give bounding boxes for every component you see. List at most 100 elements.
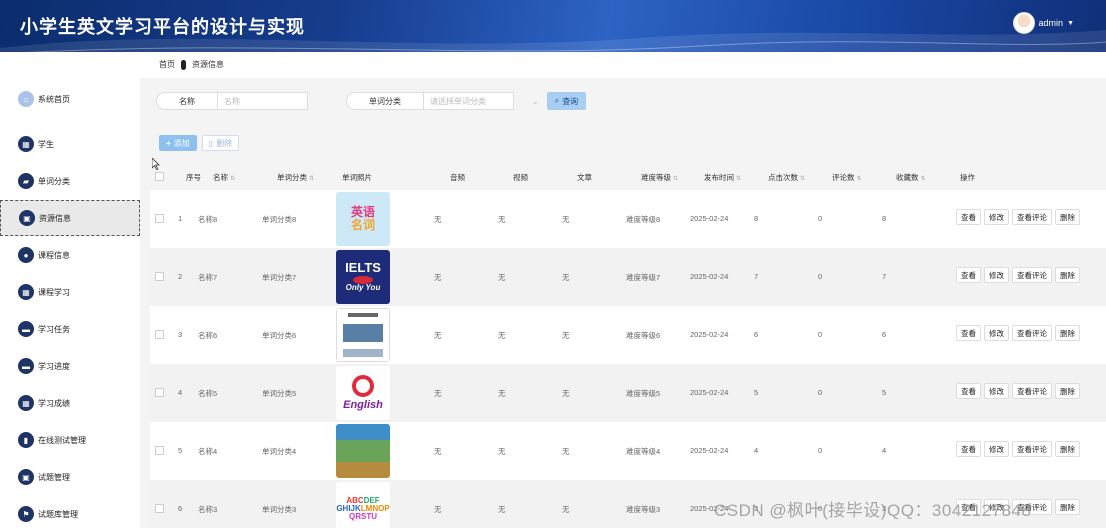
sidebar-item-course-study[interactable]: ▦ 课程学习 [0, 274, 140, 310]
resource-table: 序号 名称 ⇅ 单词分类 ⇅ 单词照片 音频 视频 文章 难度等级 ⇅ 发布时间 ⇅ 点… [150, 163, 1106, 528]
edit-button[interactable]: 修改 [984, 325, 1009, 341]
cell-article: 无 [562, 505, 570, 514]
cell-audio: 无 [434, 331, 442, 340]
chevron-down-icon[interactable]: ⌄ [532, 97, 539, 106]
edit-button[interactable]: 修改 [984, 441, 1009, 457]
app-title: 小学生英文学习平台的设计与实现 [20, 17, 305, 37]
cell-clicks: 7 [754, 272, 759, 281]
sidebar-item-label: 系统首页 [38, 94, 70, 104]
table-row: 4 名称5 单词分类5 无 无 无 难度等级5 2025-02-24 5 0 5 English 查看修… [150, 364, 1106, 422]
column-header[interactable]: 难度等级 ⇅ [641, 172, 678, 183]
row-checkbox[interactable] [155, 330, 164, 339]
word-photo-thumbnail: English [336, 366, 390, 420]
cell-clicks: 4 [754, 446, 759, 455]
sidebar-item-word-category[interactable]: ▰ 单词分类 [0, 163, 140, 199]
row-actions: 查看 修改 查看评论 删除 [956, 209, 1083, 225]
breadcrumb-home[interactable]: 首页 [159, 59, 175, 70]
cell-level: 难度等级8 [626, 215, 661, 224]
column-header[interactable]: 点击次数 ⇅ [768, 172, 805, 183]
name-input[interactable]: 名称 [218, 92, 308, 110]
sidebar-item-question-bank[interactable]: ⚑ 试题库管理 [0, 496, 140, 528]
cell-comments: 0 [818, 388, 823, 397]
row-actions: 查看 修改 查看评论 删除 [956, 441, 1083, 457]
cell-name: 名称4 [198, 447, 218, 456]
view-comments-button[interactable]: 查看评论 [1012, 441, 1052, 457]
delete-row-button[interactable]: 删除 [1055, 267, 1080, 283]
column-header[interactable]: 发布时间 ⇅ [704, 172, 741, 183]
user-menu[interactable]: admin ▼ [1012, 12, 1074, 34]
cell-clicks: 5 [754, 388, 759, 397]
view-button[interactable]: 查看 [956, 267, 981, 283]
chevron-down-icon[interactable]: ▼ [1067, 20, 1074, 27]
cell-name: 名称8 [198, 215, 218, 224]
view-comments-button[interactable]: 查看评论 [1012, 267, 1052, 283]
row-checkbox[interactable] [155, 388, 164, 397]
column-header: 音频 [450, 173, 465, 182]
top-header: 小学生英文学习平台的设计与实现 admin ▼ [0, 0, 1106, 52]
search-button[interactable]: ⌕ 查询 [546, 92, 587, 110]
view-button[interactable]: 查看 [956, 209, 981, 225]
cell-name: 名称6 [198, 331, 218, 340]
delete-row-button[interactable]: 删除 [1055, 325, 1080, 341]
sidebar-item-progress[interactable]: ▬ 学习进度 [0, 348, 140, 384]
add-button[interactable]: + 添加 [159, 135, 197, 151]
edit-button[interactable]: 修改 [984, 209, 1009, 225]
row-checkbox[interactable] [155, 214, 164, 223]
sidebar-item-tasks[interactable]: ▬ 学习任务 [0, 311, 140, 347]
sidebar-item-online-test[interactable]: ▮ 在线测试管理 [0, 422, 140, 458]
sidebar-item-label: 资源信息 [39, 213, 71, 223]
cell-category: 单词分类7 [262, 273, 297, 282]
cell-audio: 无 [434, 273, 442, 282]
chat-icon: ▬ [18, 321, 34, 337]
cell-date: 2025-02-24 [690, 330, 729, 339]
view-comments-button[interactable]: 查看评论 [1012, 209, 1052, 225]
avatar[interactable] [1012, 12, 1035, 34]
cell-date: 2025-02-24 [690, 272, 729, 281]
flag-icon: ⚑ [18, 506, 34, 522]
select-all-checkbox[interactable] [155, 172, 164, 181]
category-select[interactable]: 请选择单词分类 [424, 92, 514, 110]
sidebar-item-label: 课程学习 [38, 287, 70, 297]
delete-row-button[interactable]: 删除 [1055, 209, 1080, 225]
row-checkbox[interactable] [155, 504, 164, 513]
watermark: CSDN @枫叶(接毕设)QQ：3042127848 [714, 501, 1032, 520]
row-checkbox[interactable] [155, 272, 164, 281]
edit-button[interactable]: 修改 [984, 383, 1009, 399]
sidebar-item-scores[interactable]: ▦ 学习成绩 [0, 385, 140, 421]
column-header: 视频 [513, 173, 528, 182]
row-actions: 查看 修改 查看评论 删除 [956, 267, 1083, 283]
cell-comments: 0 [818, 446, 823, 455]
column-header[interactable]: 单词分类 ⇅ [277, 172, 314, 183]
cell-video: 无 [498, 505, 506, 514]
view-comments-button[interactable]: 查看评论 [1012, 325, 1052, 341]
view-button[interactable]: 查看 [956, 441, 981, 457]
username[interactable]: admin [1039, 18, 1064, 28]
cell-name: 名称5 [198, 389, 218, 398]
plus-icon: + [166, 138, 171, 148]
sidebar-item-label: 学生 [38, 139, 54, 149]
column-header[interactable]: 收藏数 ⇅ [896, 172, 926, 183]
delete-row-button[interactable]: 删除 [1055, 499, 1080, 515]
sidebar-item-resources[interactable]: ▣ 资源信息 [0, 200, 140, 236]
sidebar-item-students[interactable]: ▦ 学生 [0, 126, 140, 162]
table-row: 1 名称8 单词分类8 无 无 无 难度等级8 2025-02-24 8 0 8 英语 名词 查看 修改 查看… [150, 190, 1106, 248]
sidebar-item-label: 试题管理 [38, 472, 70, 482]
delete-row-button[interactable]: 删除 [1055, 441, 1080, 457]
sidebar-item-course-info[interactable]: ● 课程信息 [0, 237, 140, 273]
delete-button[interactable]: ▯ 删除 [201, 135, 240, 151]
cell-level: 难度等级7 [626, 273, 661, 282]
delete-row-button[interactable]: 删除 [1055, 383, 1080, 399]
row-checkbox[interactable] [155, 446, 164, 455]
sidebar-item-home[interactable]: ⌂ 系统首页 [0, 81, 140, 117]
view-button[interactable]: 查看 [956, 325, 981, 341]
breadcrumb-separator [181, 59, 186, 70]
search-icon: ⌕ [554, 96, 560, 105]
sidebar-item-questions[interactable]: ▣ 试题管理 [0, 459, 140, 495]
column-header[interactable]: 评论数 ⇅ [832, 172, 862, 183]
view-comments-button[interactable]: 查看评论 [1012, 383, 1052, 399]
view-button[interactable]: 查看 [956, 383, 981, 399]
edit-button[interactable]: 修改 [984, 267, 1009, 283]
cell-name: 名称3 [198, 505, 218, 514]
column-header[interactable]: 名称 ⇅ [213, 172, 235, 183]
cell-favorites: 7 [882, 272, 887, 281]
